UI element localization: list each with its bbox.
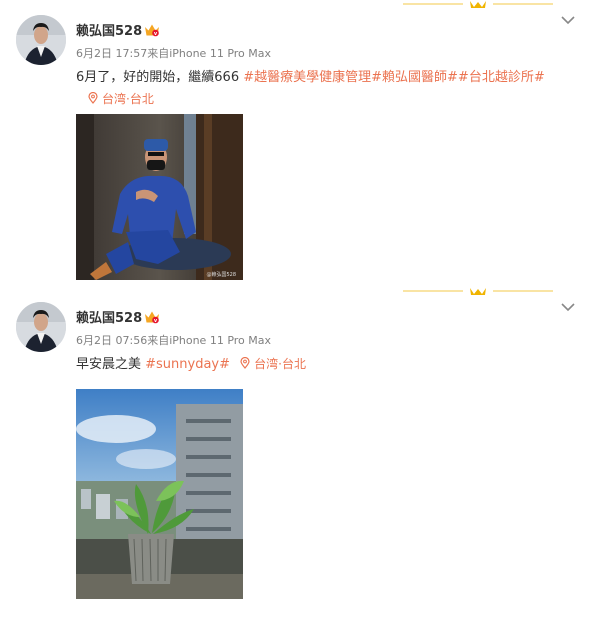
avatar[interactable] bbox=[16, 302, 66, 352]
post-meta[interactable]: 6月2日 17:57来自iPhone 11 Pro Max bbox=[76, 45, 271, 61]
plant-photo bbox=[76, 389, 243, 599]
gold-crown-divider-icon bbox=[403, 288, 553, 295]
post-image[interactable]: @赖弘国528 bbox=[76, 114, 243, 280]
post-body: 早安晨之美 bbox=[76, 357, 146, 372]
post-body: 6月了，好的開始，繼續666 bbox=[76, 70, 244, 85]
location-text: 台湾·台北 bbox=[254, 357, 306, 371]
location-link[interactable]: 台湾·台北 bbox=[240, 357, 306, 371]
avatar-image bbox=[16, 302, 66, 352]
avatar-image bbox=[16, 15, 66, 65]
chevron-down-icon[interactable] bbox=[561, 302, 575, 312]
weibo-post-2: 赖弘国528 v 6月2日 07:56来自iPhone 11 Pro Max 早… bbox=[0, 287, 593, 621]
username[interactable]: 赖弘国528 bbox=[76, 311, 142, 326]
topic-tag[interactable]: #賴弘國醫師# bbox=[371, 70, 458, 85]
post-text: 6月了，好的開始，繼續666 #越醫療美學健康管理#賴弘國醫師##台北越診所# bbox=[76, 66, 545, 85]
vip-crown-icon: v bbox=[145, 24, 160, 37]
topic-tag[interactable]: #台北越診所# bbox=[458, 70, 545, 85]
post-text: 早安晨之美 #sunnyday# 台湾·台北 bbox=[76, 353, 306, 372]
location-link[interactable]: 台湾·台北 bbox=[88, 90, 154, 107]
topic-tag[interactable]: #越醫療美學健康管理 bbox=[243, 70, 371, 85]
location-text: 台湾·台北 bbox=[102, 92, 154, 106]
post-meta[interactable]: 6月2日 07:56来自iPhone 11 Pro Max bbox=[76, 332, 271, 348]
username[interactable]: 赖弘国528 bbox=[76, 24, 142, 39]
weibo-post-1: 赖弘国528 v 6月2日 17:57来自iPhone 11 Pro Max 6… bbox=[0, 0, 593, 287]
location-pin-icon bbox=[240, 357, 250, 369]
post-image[interactable] bbox=[76, 389, 243, 599]
vip-crown-icon: v bbox=[145, 311, 160, 324]
location-pin-icon bbox=[88, 92, 98, 104]
avatar[interactable] bbox=[16, 15, 66, 65]
topic-tag[interactable]: #sunnyday# bbox=[145, 357, 230, 372]
image-watermark: @赖弘国528 bbox=[206, 271, 236, 278]
doctor-photo: @赖弘国528 bbox=[76, 114, 243, 280]
chevron-down-icon[interactable] bbox=[561, 15, 575, 25]
gold-crown-divider-icon bbox=[403, 1, 553, 8]
